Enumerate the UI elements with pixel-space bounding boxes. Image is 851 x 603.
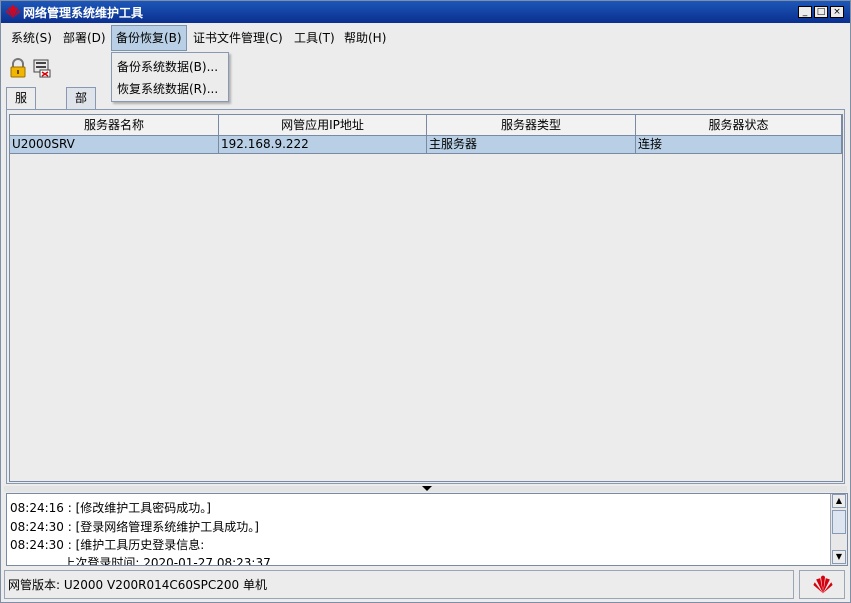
- menu-backup-restore[interactable]: 备份恢复(B): [111, 25, 187, 51]
- minimize-button[interactable]: _: [798, 6, 812, 18]
- cell-server-name: U2000SRV: [10, 136, 219, 154]
- lock-icon[interactable]: [7, 57, 29, 79]
- table-row[interactable]: U2000SRV 192.168.9.222 主服务器 连接: [10, 136, 842, 154]
- maximize-button[interactable]: □: [814, 6, 828, 18]
- scroll-thumb[interactable]: [832, 510, 846, 534]
- menu-deploy[interactable]: 部署(D): [59, 25, 110, 51]
- menu-help[interactable]: 帮助(H): [340, 25, 390, 51]
- huawei-logo-icon: [813, 575, 833, 594]
- tab-server[interactable]: 服务器: [6, 87, 37, 145]
- status-bar: 网管版本: U2000 V200R014C60SPC200 单机: [4, 570, 847, 600]
- menu-bar: 系统(S) 部署(D) 备份恢复(B) 证书文件管理(C) 工具(T) 帮助(H…: [1, 25, 850, 51]
- split-divider[interactable]: [4, 486, 847, 492]
- tab-deploy-domain[interactable]: 部署域: [66, 87, 97, 145]
- version-status: 网管版本: U2000 V200R014C60SPC200 单机: [4, 570, 794, 599]
- log-line: 08:24:30 : [维护工具历史登录信息:: [10, 538, 205, 552]
- log-line: 上次登录时间: 2020-01-27 08:23:37: [10, 556, 271, 566]
- column-header-server-type[interactable]: 服务器类型: [427, 115, 636, 136]
- scroll-down-icon[interactable]: ▼: [832, 550, 846, 564]
- column-header-server-status[interactable]: 服务器状态: [636, 115, 842, 136]
- log-line: 08:24:30 : [登录网络管理系统维护工具成功。]: [10, 520, 259, 534]
- log-pane: 08:24:16 : [修改维护工具密码成功。] 08:24:30 : [登录网…: [6, 493, 848, 566]
- cell-server-type: 主服务器: [427, 136, 636, 154]
- server-panel: 服务器名称 网管应用IP地址 服务器类型 服务器状态 U2000SRV 192.…: [6, 109, 845, 484]
- restore-data-menu-item[interactable]: 恢复系统数据(R)...: [112, 78, 228, 100]
- cell-server-status: 连接: [636, 136, 842, 154]
- close-button[interactable]: ×: [830, 6, 844, 18]
- status-logo: [799, 570, 845, 599]
- collapse-arrow-icon[interactable]: [422, 486, 432, 491]
- menu-system[interactable]: 系统(S): [7, 25, 56, 51]
- backup-data-menu-item[interactable]: 备份系统数据(B)...: [112, 56, 228, 78]
- log-line: 08:24:16 : [修改维护工具密码成功。]: [10, 501, 211, 515]
- menu-certificate[interactable]: 证书文件管理(C): [189, 25, 287, 51]
- log-scrollbar[interactable]: ▲ ▼: [830, 494, 847, 565]
- window-title: 网络管理系统维护工具: [23, 6, 144, 20]
- column-header-ip[interactable]: 网管应用IP地址: [219, 115, 427, 136]
- title-bar[interactable]: 网络管理系统维护工具 _ □ ×: [1, 1, 850, 23]
- menu-tools[interactable]: 工具(T): [290, 25, 339, 51]
- huawei-logo-icon: [6, 5, 20, 18]
- scroll-up-icon[interactable]: ▲: [832, 494, 846, 508]
- backup-restore-menu: 备份系统数据(B)... 恢复系统数据(R)...: [111, 52, 229, 102]
- server-config-icon[interactable]: [31, 57, 53, 79]
- column-header-server-name[interactable]: 服务器名称: [10, 115, 219, 136]
- server-table: 服务器名称 网管应用IP地址 服务器类型 服务器状态 U2000SRV 192.…: [9, 114, 843, 482]
- cell-ip: 192.168.9.222: [219, 136, 427, 154]
